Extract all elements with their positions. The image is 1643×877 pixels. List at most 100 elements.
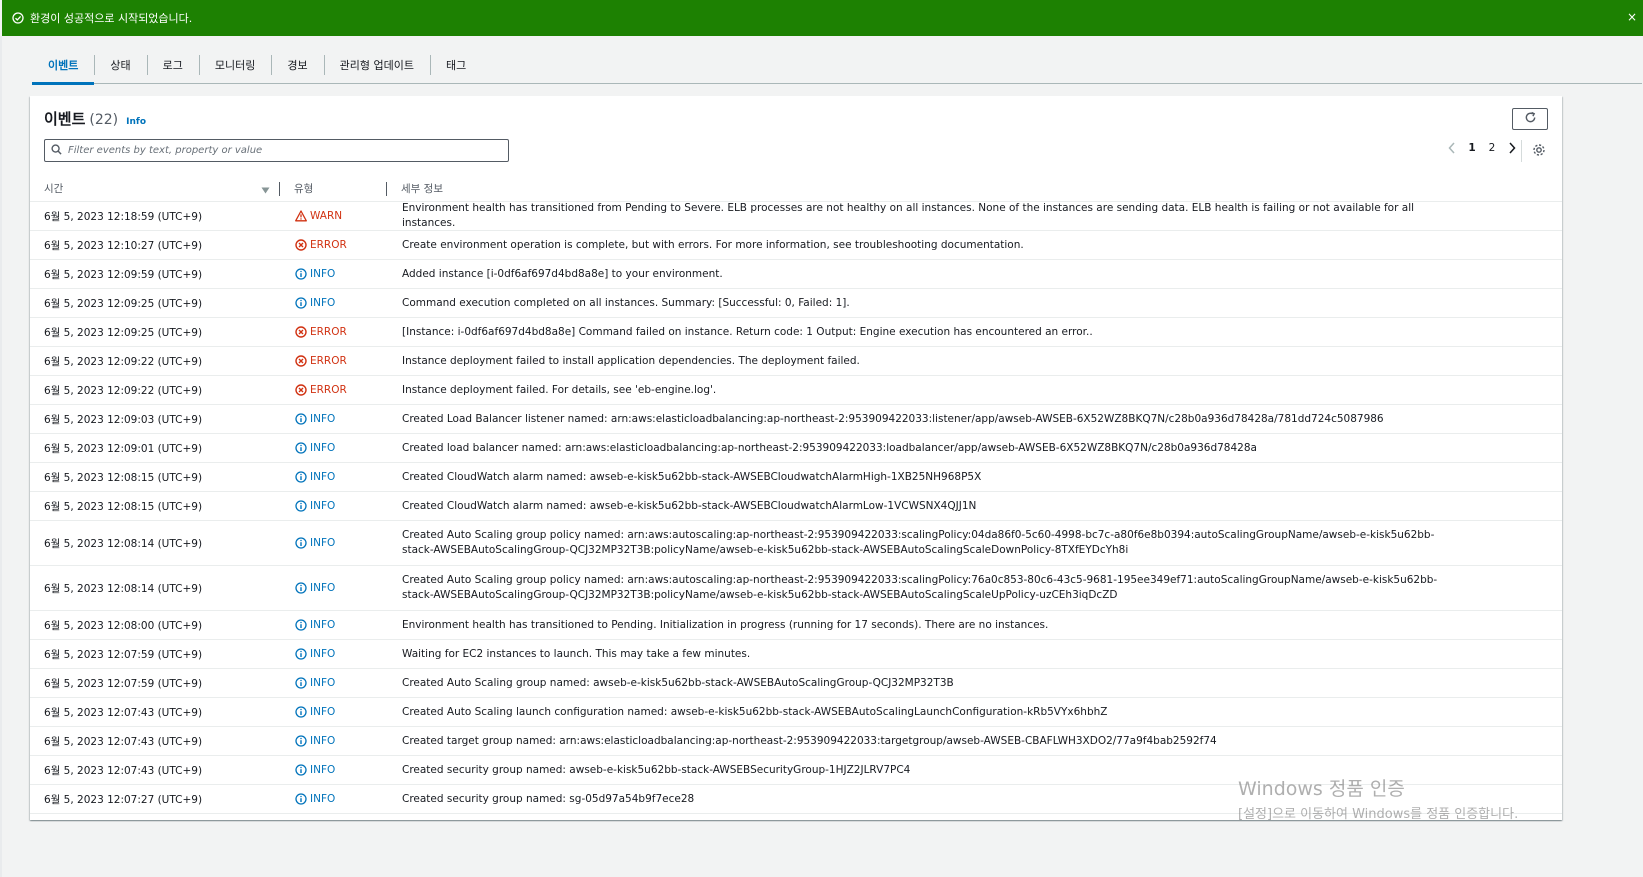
table-row: 6월 5, 2023 12:18:59 (UTC+9) WARN Environme… [30,202,1562,231]
event-type-label: INFO [310,793,336,805]
event-detail: Command execution completed on all insta… [402,296,850,309]
table-header: 시간 유형 세부 정보 [30,176,1562,202]
event-type: INFO [280,793,387,805]
info-link[interactable]: Info [126,117,146,127]
close-icon[interactable]: × [1627,10,1637,24]
event-type: ERROR [280,239,387,251]
tab-monitoring[interactable]: 모니터링 [198,46,271,84]
event-type-label: INFO [310,268,336,280]
page-2-button[interactable]: 2 [1482,142,1502,154]
panel-title: 이벤트 [44,110,86,128]
banner-message: 환경이 성공적으로 시작되었습니다. [30,12,193,25]
tab-tags[interactable]: 태그 [429,46,482,84]
event-detail: Created CloudWatch alarm named: awseb-e-… [402,499,977,512]
event-detail: Created Load Balancer listener named: ar… [402,412,1384,425]
tab-health[interactable]: 상태 [94,46,146,84]
tab-events[interactable]: 이벤트 [32,46,95,85]
events-panel: 이벤트 (22) Info 1 2 시간 [30,96,1562,820]
table-row: 6월 5, 2023 12:09:25 (UTC+9) ERROR [Instanc… [30,318,1562,347]
filter-input[interactable] [68,145,498,156]
success-banner: 환경이 성공적으로 시작되었습니다. × [2,0,1643,36]
gear-icon[interactable] [1532,143,1546,160]
table-row: 6월 5, 2023 12:09:22 (UTC+9) ERROR Instance… [30,376,1562,405]
info-icon [295,471,307,483]
event-type-label: INFO [310,582,336,594]
event-detail: Environment health has transitioned from… [402,202,1415,229]
event-time: 6월 5, 2023 12:09:22 (UTC+9) [44,355,203,368]
event-detail: [Instance: i-0df6af697d4bd8a8e] Command … [402,325,1093,338]
table-row: 6월 5, 2023 12:08:15 (UTC+9) INFO Created C… [30,463,1562,492]
table-body: 6월 5, 2023 12:18:59 (UTC+9) WARN Environme… [30,202,1562,814]
event-type-label: INFO [310,706,336,718]
filter-field[interactable] [44,139,509,162]
event-time: 6월 5, 2023 12:07:43 (UTC+9) [44,706,203,719]
table-row: 6월 5, 2023 12:07:59 (UTC+9) INFO Created A… [30,669,1562,698]
event-detail: Create environment operation is complete… [402,238,1024,251]
event-time: 6월 5, 2023 12:07:43 (UTC+9) [44,764,203,777]
sort-desc-icon[interactable] [261,185,270,197]
event-type: INFO [280,537,387,549]
event-time: 6월 5, 2023 12:09:22 (UTC+9) [44,384,203,397]
event-type: INFO [280,582,387,594]
error-icon [295,355,307,367]
tab-alarms[interactable]: 경보 [271,46,323,84]
event-detail: Waiting for EC2 instances to launch. Thi… [402,647,751,660]
table-row: 6월 5, 2023 12:08:15 (UTC+9) INFO Created C… [30,492,1562,521]
column-header-detail[interactable]: 세부 정보 [387,176,443,202]
event-detail: Created Auto Scaling group named: awseb-… [402,676,954,689]
column-label-detail: 세부 정보 [401,183,443,195]
event-detail: Created security group named: sg-05d97a5… [402,792,695,805]
event-type-label: INFO [310,619,336,631]
column-header-type[interactable]: 유형 [280,176,387,202]
event-type: INFO [280,413,387,425]
event-type-label: INFO [310,735,336,747]
event-type-label: INFO [310,413,336,425]
check-circle-icon [12,12,24,24]
event-type-label: INFO [310,500,336,512]
event-detail: Created load balancer named: arn:aws:ela… [402,441,1257,454]
column-label-type: 유형 [294,183,314,195]
info-icon [295,413,307,425]
warning-icon [295,210,307,222]
event-time: 6월 5, 2023 12:07:27 (UTC+9) [44,793,203,806]
panel-header: 이벤트 (22) Info [44,108,146,129]
pagination: 1 2 [1442,142,1522,154]
event-detail: Created security group named: awseb-e-ki… [402,763,911,776]
table-row: 6월 5, 2023 12:07:59 (UTC+9) INFO Waiting f… [30,640,1562,669]
page-1-button[interactable]: 1 [1462,142,1482,154]
event-type-label: INFO [310,297,336,309]
event-detail: Instance deployment failed. For details,… [402,383,717,396]
tab-managed-updates[interactable]: 관리형 업데이트 [323,46,430,84]
event-type-label: ERROR [310,355,347,367]
event-detail: Created CloudWatch alarm named: awseb-e-… [402,470,982,483]
event-time: 6월 5, 2023 12:08:15 (UTC+9) [44,471,203,484]
column-header-time[interactable]: 시간 [30,176,280,202]
tab-logs[interactable]: 로그 [146,46,199,84]
prev-page-icon[interactable] [1442,142,1462,154]
refresh-button[interactable] [1512,108,1548,130]
info-icon [295,297,307,309]
event-type: ERROR [280,384,387,396]
event-detail: Created Auto Scaling group policy named:… [402,574,1438,601]
event-time: 6월 5, 2023 12:10:27 (UTC+9) [44,239,203,252]
next-page-icon[interactable] [1502,142,1522,154]
search-icon [51,143,62,158]
left-edge [0,36,2,877]
event-type: INFO [280,471,387,483]
column-label-time: 시간 [44,183,64,195]
info-icon [295,537,307,549]
info-icon [295,648,307,660]
info-icon [295,764,307,776]
info-icon [295,582,307,594]
table-row: 6월 5, 2023 12:08:14 (UTC+9) INFO Created A… [30,566,1562,611]
info-icon [295,500,307,512]
event-type: INFO [280,706,387,718]
event-time: 6월 5, 2023 12:08:14 (UTC+9) [44,582,203,595]
info-icon [295,268,307,280]
event-type: ERROR [280,326,387,338]
event-type-label: ERROR [310,239,347,251]
info-icon [295,706,307,718]
event-detail: Created Auto Scaling launch configuratio… [402,705,1108,718]
event-type-label: INFO [310,677,336,689]
event-type-label: INFO [310,537,336,549]
